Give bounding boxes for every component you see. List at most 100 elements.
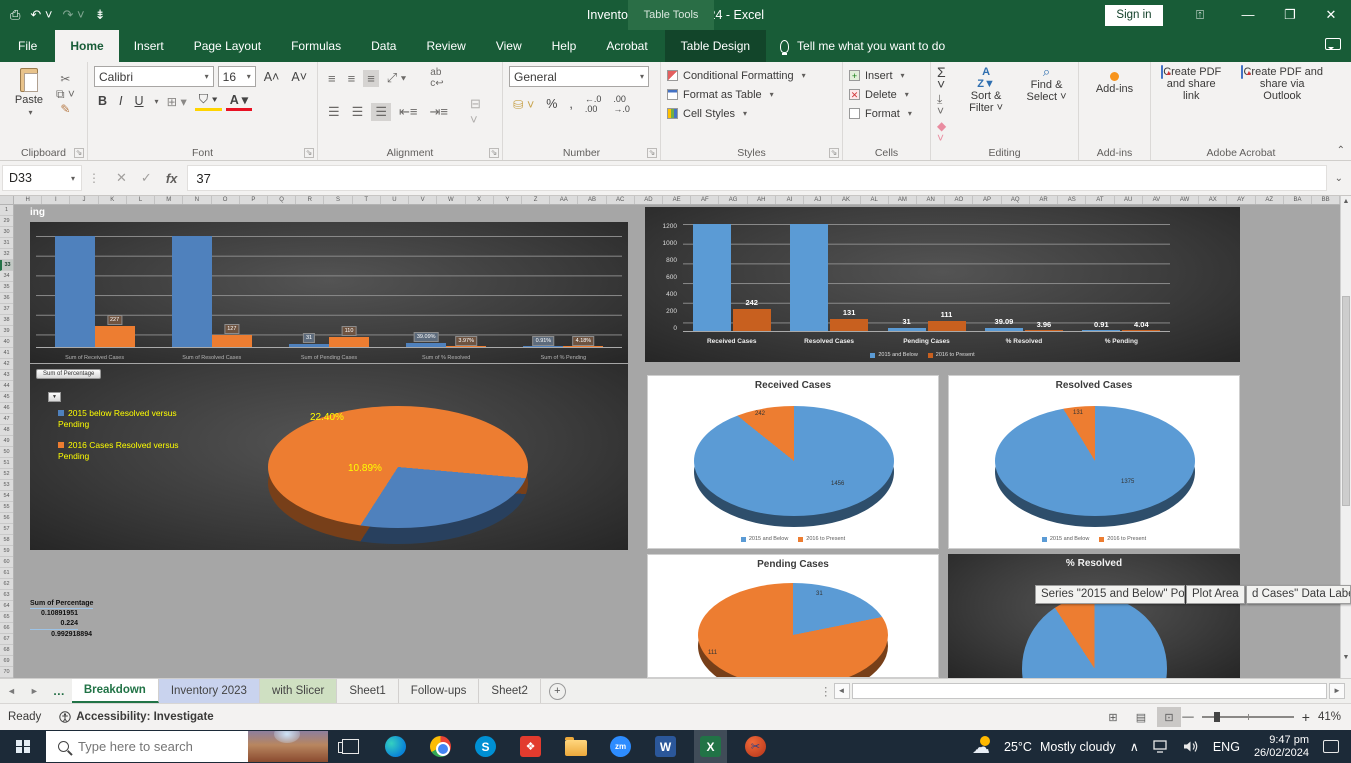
tab-data[interactable]: Data bbox=[356, 30, 411, 62]
row-header[interactable]: 41 bbox=[0, 348, 13, 359]
fill-icon[interactable]: ⤓ ˅ bbox=[937, 93, 951, 117]
wrap-text-icon[interactable]: ab c↩ bbox=[426, 66, 447, 90]
formula-input[interactable]: 37 bbox=[187, 165, 1327, 191]
tab-table-design[interactable]: Table Design bbox=[664, 30, 767, 62]
row-header[interactable]: 68 bbox=[0, 645, 13, 656]
column-header[interactable]: X bbox=[466, 196, 494, 204]
close-button[interactable]: ✕ bbox=[1311, 0, 1351, 30]
name-box-splitter[interactable]: ⋮ bbox=[82, 171, 106, 185]
format-painter-icon[interactable]: ✎ bbox=[60, 103, 70, 115]
row-header[interactable]: 42 bbox=[0, 359, 13, 370]
bar[interactable] bbox=[54, 236, 95, 347]
pie[interactable] bbox=[995, 406, 1195, 516]
pie[interactable] bbox=[1022, 596, 1167, 678]
task-view-button[interactable] bbox=[334, 730, 367, 763]
column-header[interactable]: BA bbox=[1284, 196, 1313, 204]
worksheet[interactable]: H I J K L M N O P Q R S T U V W X Y Z AA AB AC AD AE AF AG AH AI AJ A… bbox=[0, 196, 1351, 678]
insert-cells-button[interactable]: + Insert ▾ bbox=[849, 66, 924, 85]
chart-legend[interactable]: 2015 and Below 2016 to Present bbox=[949, 536, 1239, 542]
snip-app[interactable]: ✂ bbox=[739, 730, 772, 763]
prev-sheet-icon[interactable]: ◄ bbox=[0, 679, 23, 703]
restore-button[interactable]: ❐ bbox=[1270, 0, 1310, 30]
new-sheet-button[interactable]: + bbox=[548, 683, 566, 700]
legend-item[interactable]: 2016 to Present bbox=[798, 536, 845, 542]
customize-qat-icon[interactable]: ⇟ bbox=[95, 7, 106, 23]
row-header[interactable]: 40 bbox=[0, 337, 13, 348]
row-header[interactable]: 44 bbox=[0, 381, 13, 392]
column-header[interactable]: AH bbox=[748, 196, 776, 204]
tab-page-layout[interactable]: Page Layout bbox=[179, 30, 276, 62]
ribbon-display-options-icon[interactable]: ⍐ bbox=[1180, 0, 1220, 30]
column-header[interactable]: AD bbox=[635, 196, 664, 204]
row-header[interactable]: 70 bbox=[0, 667, 13, 678]
create-pdf-outlook-button[interactable]: Create PDF and share via Outlook bbox=[1239, 65, 1325, 102]
column-header[interactable]: U bbox=[381, 196, 410, 204]
page-layout-view-icon[interactable]: ▤ bbox=[1129, 707, 1153, 727]
sheet-tab-breakdown[interactable]: Breakdown bbox=[71, 679, 159, 703]
name-box[interactable]: D33 ▾ bbox=[2, 165, 82, 191]
decrease-indent-icon[interactable]: ⇤≡ bbox=[395, 103, 421, 121]
row-header[interactable]: 55 bbox=[0, 502, 13, 513]
addins-button[interactable]: Add-ins bbox=[1085, 72, 1144, 95]
vertical-scrollbar[interactable]: ▲ ▼ bbox=[1340, 196, 1351, 678]
cut-icon[interactable]: ✂ bbox=[60, 73, 70, 85]
row-header[interactable]: 37 bbox=[0, 304, 13, 315]
insert-function-icon[interactable]: fx bbox=[166, 171, 178, 186]
find-select-button[interactable]: ⌕ Find & Select ˅ bbox=[1021, 65, 1072, 103]
column-header[interactable]: AJ bbox=[804, 196, 833, 204]
row-header[interactable]: 32 bbox=[0, 249, 13, 260]
undo-icon[interactable]: ↶ ˅ bbox=[30, 7, 52, 23]
column-header[interactable]: AR bbox=[1030, 196, 1059, 204]
cell-styles-button[interactable]: Cell Styles ▾ bbox=[667, 104, 836, 123]
row-header[interactable]: 56 bbox=[0, 513, 13, 524]
cancel-icon[interactable]: ✕ bbox=[116, 170, 127, 186]
chrome-app[interactable] bbox=[424, 730, 457, 763]
column-header[interactable]: AI bbox=[776, 196, 805, 204]
row-header[interactable]: 67 bbox=[0, 634, 13, 645]
delete-cells-button[interactable]: ✕ Delete ▾ bbox=[849, 85, 924, 104]
column-headers[interactable]: H I J K L M N O P Q R S T U V W X Y Z AA AB AC AD AE AF AG AH AI AJ A… bbox=[14, 196, 1341, 205]
align-top-icon[interactable]: ≡ bbox=[324, 70, 340, 87]
sheet-tab-with-slicer[interactable]: with Slicer bbox=[259, 679, 338, 703]
bar[interactable] bbox=[927, 321, 966, 331]
page-break-preview-icon[interactable]: ⊡ bbox=[1157, 707, 1181, 727]
column-header[interactable]: Z bbox=[522, 196, 551, 204]
sheet-tab-sheet1[interactable]: Sheet1 bbox=[337, 679, 399, 703]
font-size-select[interactable]: 16 ▾ bbox=[217, 66, 256, 87]
clear-icon[interactable]: ◆ ˅ bbox=[937, 120, 951, 144]
row-header[interactable]: 64 bbox=[0, 601, 13, 612]
pie-chart-percent-resolved[interactable]: % Resolved bbox=[948, 554, 1240, 678]
row-header[interactable]: 62 bbox=[0, 579, 13, 590]
legend-item[interactable]: 2015 below Resolved versus Pending bbox=[58, 408, 193, 430]
increase-indent-icon[interactable]: ⇥≡ bbox=[425, 103, 451, 121]
zoom-level[interactable]: 41% bbox=[1318, 711, 1341, 723]
column-header[interactable]: K bbox=[99, 196, 127, 204]
copy-icon[interactable]: ⧉ ˅ bbox=[56, 88, 75, 100]
next-sheet-icon[interactable]: ► bbox=[23, 679, 46, 703]
bar[interactable] bbox=[329, 336, 369, 347]
search-input[interactable] bbox=[78, 739, 328, 754]
decrease-decimal-icon[interactable]: .00 →.0 bbox=[609, 93, 634, 115]
bar[interactable] bbox=[1024, 330, 1063, 331]
minimize-button[interactable]: — bbox=[1228, 0, 1268, 30]
legend-item[interactable]: 2015 and Below bbox=[740, 536, 788, 542]
column-header[interactable]: AX bbox=[1199, 196, 1228, 204]
align-right-icon[interactable]: ☰ bbox=[371, 102, 391, 121]
tab-home[interactable]: Home bbox=[55, 30, 119, 62]
borders-icon[interactable]: ⊞ ▾ bbox=[163, 93, 191, 110]
row-header[interactable]: 29 bbox=[0, 216, 13, 227]
row-headers[interactable]: 1 29 30 31 32 33 34 35 36 37 38 39 40 41 42 43 44 45 46 47 4… bbox=[0, 205, 14, 678]
row-header[interactable]: 57 bbox=[0, 524, 13, 535]
word-app[interactable]: W bbox=[649, 730, 682, 763]
row-header[interactable]: 58 bbox=[0, 535, 13, 546]
bar[interactable] bbox=[790, 224, 829, 331]
pie[interactable] bbox=[698, 583, 888, 677]
collapse-ribbon-icon[interactable]: ⌃ bbox=[1337, 145, 1345, 156]
legend-item[interactable]: 2015 and Below bbox=[870, 352, 918, 358]
create-pdf-link-button[interactable]: Create PDF and share link bbox=[1157, 65, 1225, 102]
row-header[interactable]: 52 bbox=[0, 469, 13, 480]
legend-item[interactable]: 2016 to Present bbox=[927, 352, 975, 358]
column-header[interactable]: Y bbox=[494, 196, 522, 204]
bar[interactable] bbox=[732, 309, 771, 331]
row-header[interactable]: 63 bbox=[0, 590, 13, 601]
